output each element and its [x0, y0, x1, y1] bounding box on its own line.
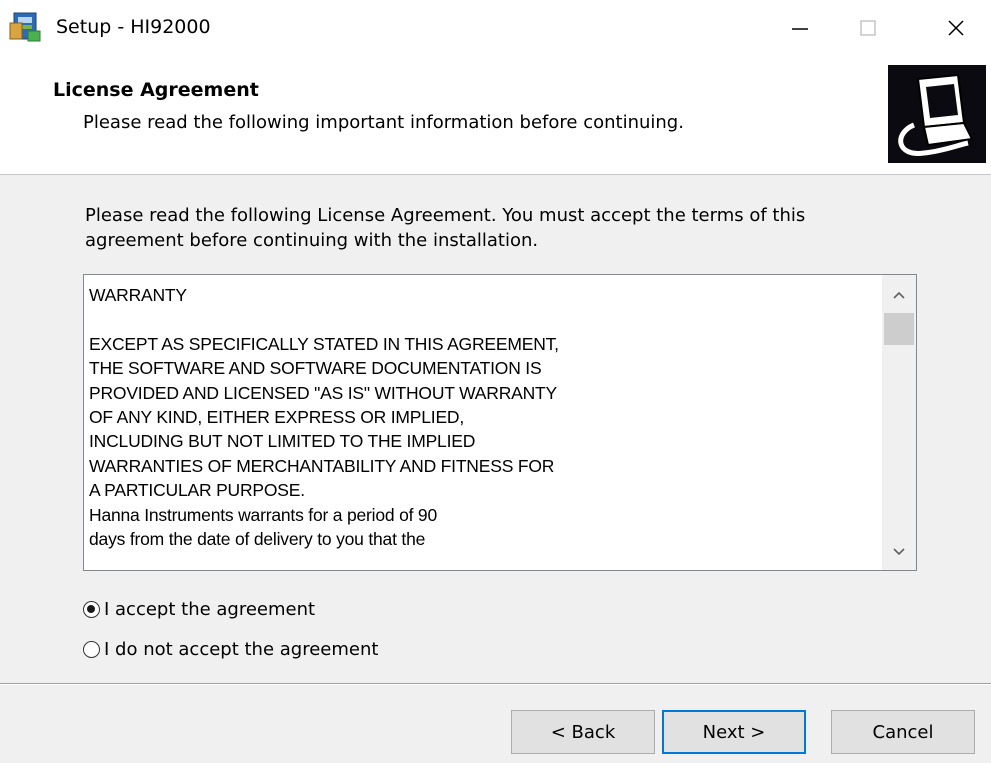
cancel-button[interactable]: Cancel [831, 710, 975, 754]
accept-option[interactable]: I accept the agreement [83, 596, 315, 622]
close-button[interactable] [928, 0, 984, 60]
license-textbox[interactable]: WARRANTY EXCEPT AS SPECIFICALLY STATED I… [83, 274, 917, 571]
maximize-icon [858, 18, 878, 42]
divider [0, 683, 991, 685]
chevron-up-icon [892, 285, 906, 304]
accept-radio[interactable] [83, 600, 100, 618]
minimize-button[interactable] [772, 0, 828, 60]
vertical-scrollbar[interactable] [882, 275, 916, 570]
decline-option[interactable]: I do not accept the agreement [83, 636, 378, 662]
title-bar: Setup - HI92000 [0, 0, 991, 60]
maximize-button[interactable] [840, 0, 896, 60]
scroll-down-button[interactable] [882, 536, 916, 566]
scroll-thumb[interactable] [884, 313, 914, 345]
license-text: WARRANTY EXCEPT AS SPECIFICALLY STATED I… [89, 285, 559, 550]
scroll-up-button[interactable] [882, 279, 916, 309]
page-subtitle: Please read the following important info… [83, 112, 684, 133]
wizard-header: License Agreement Please read the follow… [0, 60, 991, 175]
accept-label: I accept the agreement [104, 598, 316, 620]
decline-radio[interactable] [83, 640, 100, 658]
setup-installer-icon [8, 9, 44, 45]
next-button[interactable]: Next > [662, 710, 806, 754]
intro-text: Please read the following License Agreem… [85, 205, 806, 251]
window-title: Setup - HI92000 [56, 16, 211, 38]
minimize-icon [790, 18, 810, 42]
chevron-down-icon [892, 542, 906, 561]
close-icon [946, 18, 966, 42]
back-button[interactable]: < Back [511, 710, 655, 754]
page-title: License Agreement [53, 79, 259, 101]
decline-label: I do not accept the agreement [104, 638, 379, 660]
computer-install-icon [888, 65, 986, 163]
